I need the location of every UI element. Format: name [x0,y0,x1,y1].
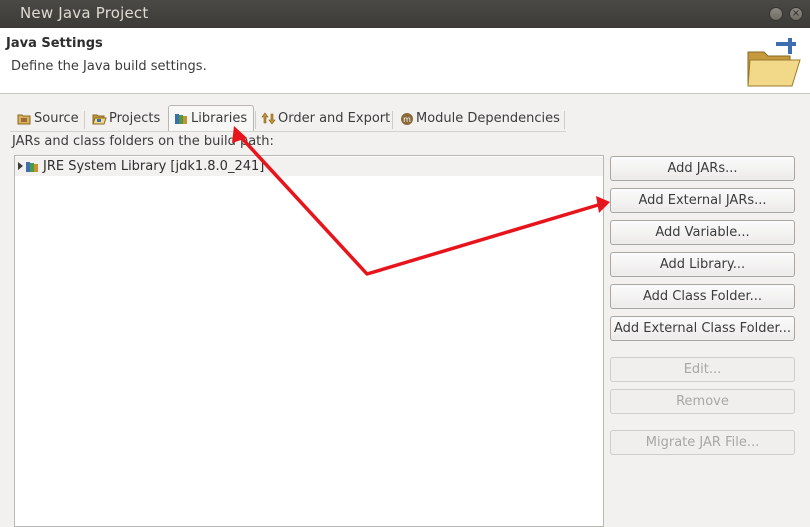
expand-arrow-icon[interactable] [18,162,23,170]
tab-divider [10,131,566,132]
migrate-jar-file-button[interactable]: Migrate JAR File... [610,430,795,455]
tab-bar: Source Projects Libraries Order and Expo… [10,105,570,132]
module-icon: m [401,113,413,125]
svg-text:m: m [403,115,411,124]
tab-separator [564,111,565,129]
tab-separator [392,111,393,129]
tab-label: Module Dependencies [416,111,560,126]
remove-button[interactable]: Remove [610,389,795,414]
tab-label: Libraries [191,111,248,126]
tab-projects[interactable]: Projects [90,108,160,130]
add-variable-button[interactable]: Add Variable... [610,220,795,245]
tree-item-label: JRE System Library [jdk1.8.0_241] [43,159,265,174]
add-class-folder-button[interactable]: Add Class Folder... [610,284,795,309]
minimize-button[interactable] [769,7,783,21]
projects-icon [92,114,107,125]
tab-label: Projects [109,111,161,126]
close-button[interactable]: × [789,7,803,21]
add-external-jars-button[interactable]: Add External JARs... [610,188,795,213]
order-export-icon [261,112,276,125]
libraries-icon [175,114,187,124]
title-bar: New Java Project × [0,0,810,28]
wizard-header: Java Settings Define the Java build sett… [0,28,810,94]
build-path-tree[interactable]: JRE System Library [jdk1.8.0_241] [14,155,604,527]
source-folder-icon [17,114,31,125]
page-title: Java Settings [6,36,103,51]
tab-source[interactable]: Source [15,108,79,130]
tab-label: Source [34,111,79,126]
add-jars-button[interactable]: Add JARs... [610,156,795,181]
tab-libraries[interactable]: Libraries [168,105,255,132]
tab-module-dependencies[interactable]: m Module Dependencies [398,108,560,130]
build-path-caption: JARs and class folders on the build path… [12,134,274,149]
edit-button[interactable]: Edit... [610,357,795,382]
add-library-button[interactable]: Add Library... [610,252,795,277]
tab-separator [255,111,256,129]
tab-order-and-export[interactable]: Order and Export [259,108,390,130]
add-external-class-folder-button[interactable]: Add External Class Folder... [610,316,795,341]
tab-label: Order and Export [278,111,391,126]
open-folder-icon [747,38,801,87]
library-icon [26,162,38,172]
tab-separator [84,111,85,129]
page-description: Define the Java build settings. [11,59,207,74]
tree-item-jre-system-library[interactable]: JRE System Library [jdk1.8.0_241] [15,157,603,176]
window-title: New Java Project [20,4,149,22]
